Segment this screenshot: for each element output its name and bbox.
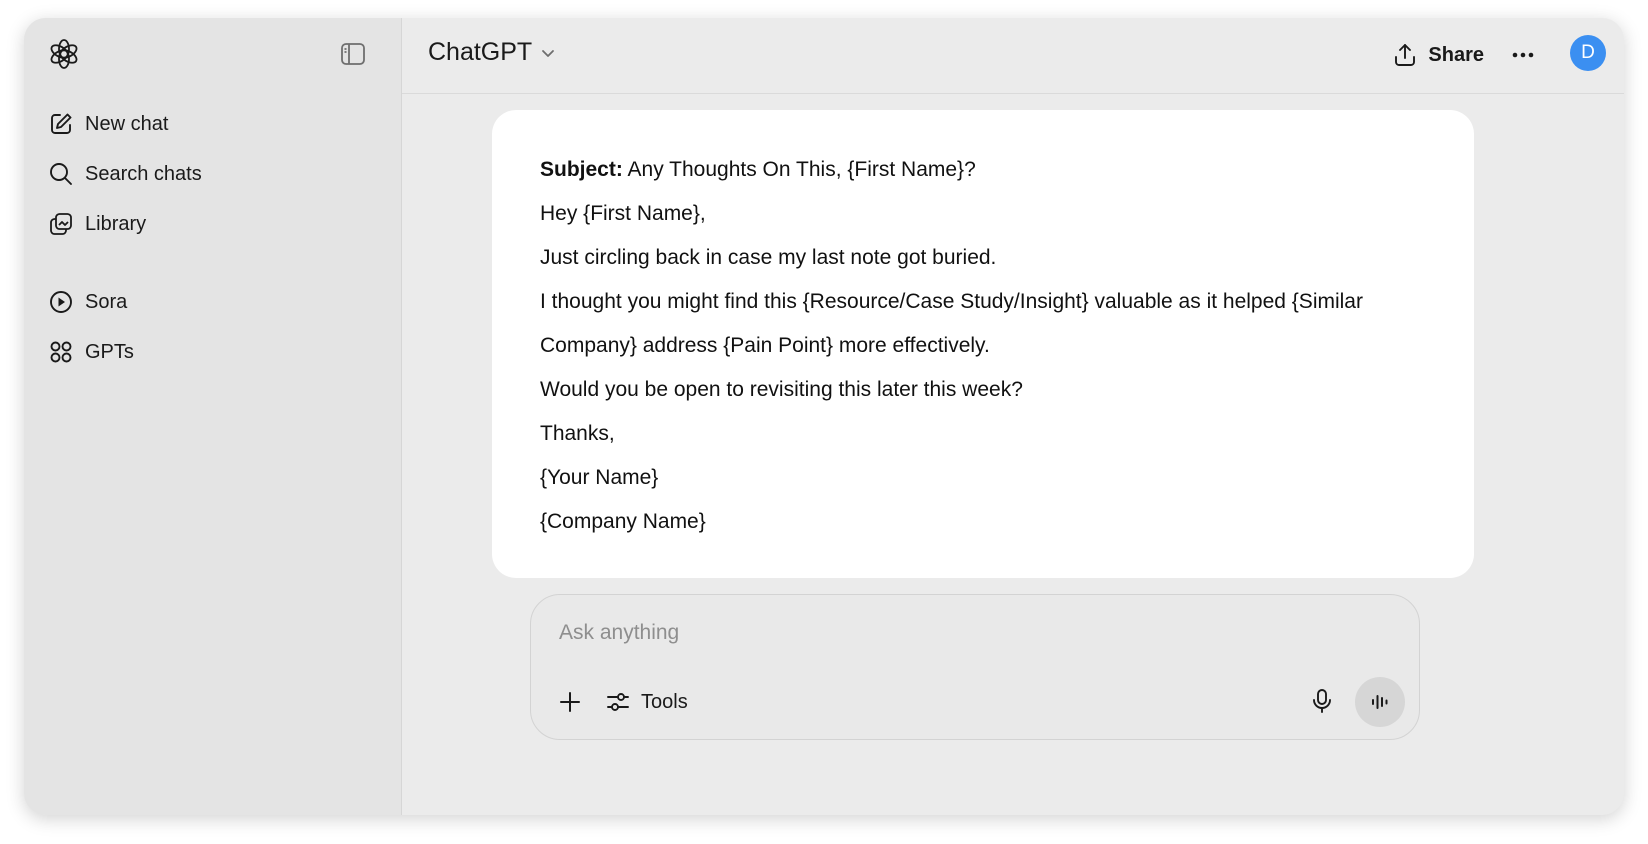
library-icon <box>50 213 72 235</box>
sidebar-item-sora[interactable]: Sora <box>46 282 376 322</box>
avatar-initial: D <box>1581 42 1595 63</box>
model-name: ChatGPT <box>428 38 533 66</box>
model-selector[interactable]: ChatGPT <box>428 38 558 67</box>
waveform-icon <box>1372 695 1388 709</box>
avatar[interactable]: D <box>1570 35 1606 71</box>
sidebar-item-new-chat[interactable]: New chat <box>46 104 376 144</box>
message-line: Would you be open to revisiting this lat… <box>540 378 1023 401</box>
add-attachment-button[interactable] <box>555 687 585 717</box>
prompt-input[interactable] <box>559 621 1359 645</box>
openai-logo-icon[interactable] <box>48 38 80 70</box>
edit-icon <box>51 113 72 134</box>
plus-icon <box>560 692 580 712</box>
sidebar-item-label: Sora <box>85 290 128 313</box>
sidebar-item-gpts[interactable]: GPTs <box>46 332 376 372</box>
more-options-icon[interactable] <box>1508 40 1538 70</box>
top-bar: ChatGPT Share D <box>402 18 1624 94</box>
main-area: ChatGPT Share D Subject: Any Thoughts On… <box>402 18 1624 815</box>
sidebar-item-label: New chat <box>85 112 169 135</box>
share-icon <box>1395 44 1416 66</box>
sidebar-item-search-chats[interactable]: Search chats <box>46 154 376 194</box>
sliders-icon <box>607 693 629 711</box>
sidebar-item-label: Search chats <box>85 162 202 185</box>
search-icon <box>50 163 72 185</box>
app-window: New chat Search chats Library Sora GPTs … <box>24 18 1624 815</box>
tools-label: Tools <box>641 690 688 713</box>
sidebar: New chat Search chats Library Sora GPTs <box>24 18 402 815</box>
grid-icon <box>50 341 72 363</box>
sidebar-item-label: GPTs <box>85 340 134 363</box>
sidebar-item-library[interactable]: Library <box>46 204 376 244</box>
play-icon <box>50 291 72 313</box>
message-line: Hey {First Name}, <box>540 202 706 225</box>
voice-mode-button[interactable] <box>1355 677 1405 727</box>
message-line: I thought you might find this {Resource/… <box>540 290 1363 313</box>
message-subject: Subject: Any Thoughts On This, {First Na… <box>540 148 1426 192</box>
message-line: Company} address {Pain Point} more effec… <box>540 334 990 357</box>
message-line: Thanks, <box>540 422 615 445</box>
tools-button[interactable]: Tools <box>605 685 688 719</box>
microphone-button[interactable] <box>1307 686 1337 716</box>
share-button[interactable]: Share <box>1392 37 1484 73</box>
subject-text: Any Thoughts On This, {First Name}? <box>622 158 976 181</box>
message-line: {Your Name} <box>540 466 659 489</box>
composer: Tools <box>530 594 1420 740</box>
subject-label: Subject: <box>540 158 623 181</box>
sidebar-item-label: Library <box>85 212 147 235</box>
share-label: Share <box>1428 43 1484 66</box>
message-line: Just circling back in case my last note … <box>540 246 997 269</box>
sidebar-toggle-icon[interactable] <box>339 40 367 68</box>
chevron-down-icon <box>542 49 555 57</box>
message-line: {Company Name} <box>540 510 706 533</box>
microphone-icon <box>1313 689 1331 713</box>
assistant-message: Subject: Any Thoughts On This, {First Na… <box>492 110 1474 578</box>
